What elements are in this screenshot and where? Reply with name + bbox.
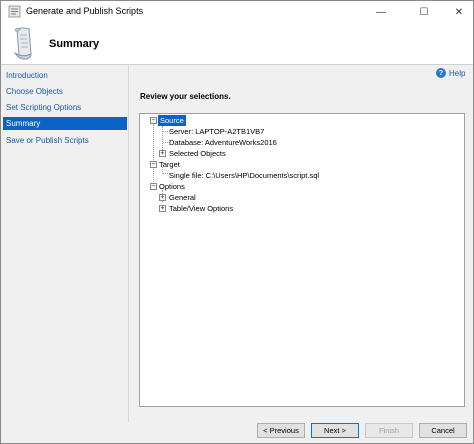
tree-node-target[interactable]: Target xyxy=(159,159,180,170)
tree-node-selected-objects[interactable]: Selected Objects xyxy=(169,148,226,159)
nav-item-choose-objects[interactable]: Choose Objects xyxy=(3,85,127,98)
tree-node-options[interactable]: Options xyxy=(159,181,185,192)
nav-item-set-scripting-options[interactable]: Set Scripting Options xyxy=(3,101,127,114)
tree-node-single-file[interactable]: Single file: C:\Users\HP\Documents\scrip… xyxy=(169,170,319,181)
wizard-footer: < Previous Next > Finish Cancel xyxy=(1,422,473,443)
wizard-nav: Introduction Choose Objects Set Scriptin… xyxy=(1,65,129,422)
collapse-target-icon[interactable]: − xyxy=(150,161,157,168)
close-button[interactable]: ✕ xyxy=(444,1,474,23)
help-label: Help xyxy=(449,68,466,78)
page-header: Summary xyxy=(1,23,473,65)
minimize-button[interactable]: — xyxy=(366,1,396,23)
previous-button[interactable]: < Previous xyxy=(257,423,305,438)
maximize-button[interactable]: ☐ xyxy=(409,1,439,23)
tree-node-source[interactable]: Source xyxy=(158,115,186,126)
title-bar: Generate and Publish Scripts — ☐ ✕ xyxy=(1,1,473,23)
tree-node-general[interactable]: General xyxy=(169,192,196,203)
nav-item-summary[interactable]: Summary xyxy=(3,117,127,130)
tree-node-database[interactable]: Database: AdventureWorks2016 xyxy=(169,137,277,148)
script-scroll-icon xyxy=(13,27,32,60)
app-icon xyxy=(8,5,21,18)
summary-panel: ? Help Review your selections. − Source … xyxy=(130,65,473,422)
summary-tree[interactable]: − Source Server: LAPTOP-A2TB1VB7 Databas… xyxy=(139,113,465,407)
expand-general-icon[interactable]: + xyxy=(159,194,166,201)
wizard-window: Generate and Publish Scripts — ☐ ✕ Summa… xyxy=(0,0,474,444)
page-title: Summary xyxy=(49,38,100,50)
collapse-source-icon[interactable]: − xyxy=(150,117,157,124)
window-title: Generate and Publish Scripts xyxy=(26,6,144,16)
nav-item-introduction[interactable]: Introduction xyxy=(3,69,127,82)
help-icon: ? xyxy=(436,68,446,78)
tree-node-table-view-options[interactable]: Table/View Options xyxy=(169,203,233,214)
cancel-button[interactable]: Cancel xyxy=(419,423,467,438)
expand-selected-objects-icon[interactable]: + xyxy=(159,150,166,157)
help-link[interactable]: ? Help xyxy=(436,68,465,78)
finish-button[interactable]: Finish xyxy=(365,423,413,438)
maximize-icon: ☐ xyxy=(419,6,429,18)
tree-root-line xyxy=(153,124,154,188)
review-heading: Review your selections. xyxy=(140,92,231,101)
next-button[interactable]: Next > xyxy=(311,423,359,438)
collapse-options-icon[interactable]: − xyxy=(150,183,157,190)
tree-node-server[interactable]: Server: LAPTOP-A2TB1VB7 xyxy=(169,126,264,137)
nav-item-save-or-publish-scripts[interactable]: Save or Publish Scripts xyxy=(3,134,127,147)
minimize-icon: — xyxy=(376,6,386,18)
expand-table-view-options-icon[interactable]: + xyxy=(159,205,166,212)
close-icon: ✕ xyxy=(454,6,464,18)
